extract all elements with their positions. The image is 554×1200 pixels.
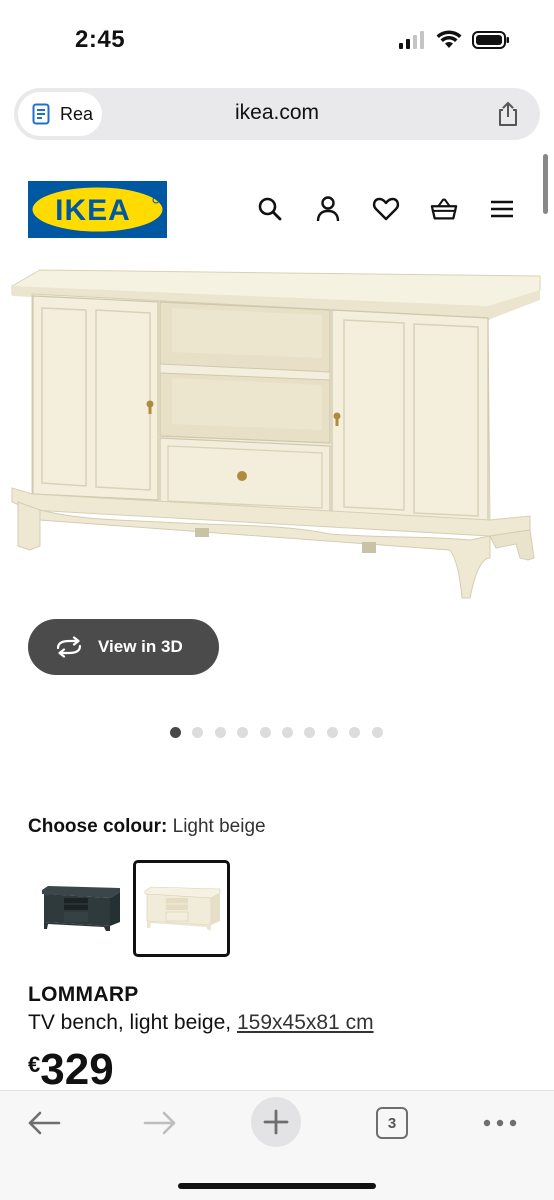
- header-icons: [256, 193, 516, 225]
- beige-tv-bench-thumbnail: [144, 886, 220, 930]
- price-value: 329: [40, 1045, 114, 1094]
- gallery-dot[interactable]: [281, 727, 293, 738]
- wifi-icon: [436, 30, 462, 48]
- basket-button[interactable]: [430, 193, 458, 225]
- gallery-dot[interactable]: [326, 727, 338, 738]
- forward-arrow-icon: [143, 1111, 176, 1135]
- dark-tv-bench-thumbnail: [41, 885, 120, 931]
- back-arrow-icon: [28, 1111, 61, 1135]
- cellular-signal-icon: [399, 31, 424, 49]
- view-in-3d-button[interactable]: View in 3D: [28, 619, 219, 675]
- product-dimensions-link[interactable]: 159x45x81 cm: [237, 1011, 374, 1034]
- status-icons: [398, 30, 510, 50]
- plus-icon: [263, 1109, 289, 1135]
- gallery-dot[interactable]: [237, 727, 249, 738]
- logo-text: IKEA: [55, 194, 131, 227]
- share-icon[interactable]: [494, 100, 522, 128]
- user-icon: [316, 196, 340, 222]
- colour-chooser-label: Choose colour: Light beige: [28, 816, 266, 838]
- url-text[interactable]: ikea.com: [14, 101, 540, 125]
- heart-icon: [372, 197, 400, 221]
- gallery-dot[interactable]: [214, 727, 226, 738]
- status-bar: 2:45: [0, 0, 554, 80]
- gallery-dot[interactable]: [259, 727, 271, 738]
- address-bar[interactable]: Rea ikea.com: [14, 88, 540, 140]
- colour-label: Choose colour:: [28, 816, 168, 837]
- colour-value: Light beige: [172, 816, 266, 837]
- new-tab-button[interactable]: [251, 1097, 301, 1147]
- tv-bench-illustration: [11, 269, 541, 599]
- menu-button[interactable]: [488, 193, 516, 225]
- colour-swatch-light-beige[interactable]: [133, 860, 230, 957]
- gallery-pagination[interactable]: [170, 727, 383, 738]
- tabs-button[interactable]: 3: [375, 1103, 409, 1143]
- more-button[interactable]: [480, 1103, 520, 1143]
- home-indicator[interactable]: [178, 1183, 376, 1189]
- page-scrollbar[interactable]: [543, 154, 548, 214]
- ikea-logo[interactable]: IKEA: [28, 181, 167, 238]
- wishlist-button[interactable]: [372, 193, 400, 225]
- product-type: TV bench, light beige,: [28, 1011, 232, 1034]
- rotate-3d-icon: [56, 636, 82, 658]
- forward-button[interactable]: [142, 1103, 178, 1143]
- view-in-3d-label: View in 3D: [98, 637, 183, 656]
- search-button[interactable]: [256, 193, 284, 225]
- product-image[interactable]: [0, 258, 554, 618]
- product-name: LOMMARP: [28, 983, 139, 1006]
- gallery-dot[interactable]: [349, 727, 361, 738]
- gallery-dot[interactable]: [304, 727, 316, 738]
- product-description: TV bench, light beige, 159x45x81 cm: [28, 1011, 374, 1035]
- gallery-dot[interactable]: [170, 727, 181, 738]
- status-time: 2:45: [75, 26, 126, 53]
- product-price: € 329: [28, 1046, 114, 1094]
- tab-count: 3: [376, 1107, 408, 1139]
- menu-icon: [491, 200, 513, 218]
- account-button[interactable]: [314, 193, 342, 225]
- back-button[interactable]: [26, 1103, 62, 1143]
- battery-icon: [472, 31, 509, 49]
- colour-swatch-dark[interactable]: [31, 860, 128, 957]
- basket-icon: [430, 198, 458, 220]
- search-icon: [258, 197, 282, 221]
- gallery-dot[interactable]: [192, 727, 204, 738]
- price-currency: €: [28, 1052, 41, 1077]
- more-icon: [483, 1119, 517, 1127]
- screen: 2:45 Rea ikea.com IKEA View in 3D Choose…: [0, 0, 554, 1200]
- gallery-dot[interactable]: [371, 727, 383, 738]
